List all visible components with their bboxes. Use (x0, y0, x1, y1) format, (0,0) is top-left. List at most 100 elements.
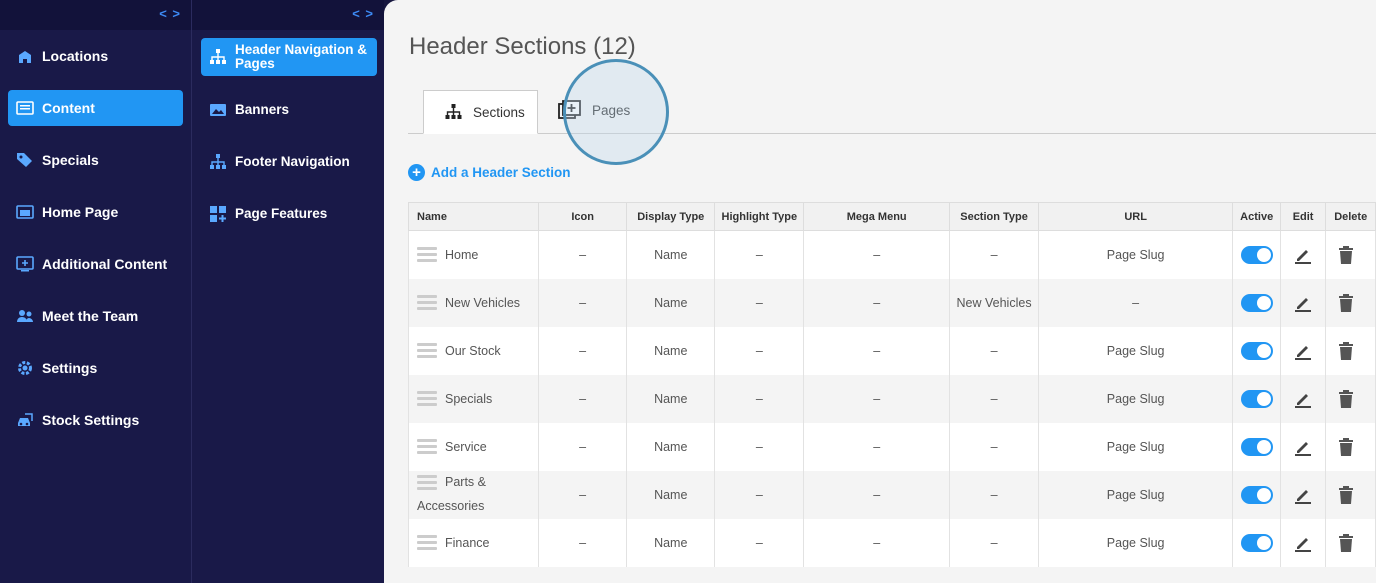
image-icon (209, 101, 227, 119)
cell-url: Page Slug (1037, 326, 1234, 375)
column-header-display-type[interactable]: Display Type (626, 202, 716, 231)
subnav-item-header-navigation[interactable]: Header Navigation & Pages (201, 38, 377, 76)
column-header-mega-menu[interactable]: Mega Menu (803, 202, 951, 231)
active-toggle[interactable] (1240, 341, 1273, 360)
row-name: Our Stock (445, 343, 501, 358)
cell-display-type: Name (626, 422, 716, 471)
trash-icon[interactable] (1338, 293, 1354, 312)
cell-display-type: Name (626, 374, 716, 423)
sidebar-topbar: < > (0, 0, 191, 30)
tab-pages[interactable]: Pages (558, 88, 668, 132)
trash-icon[interactable] (1338, 437, 1354, 456)
column-header-edit[interactable]: Edit (1279, 202, 1327, 231)
trash-icon[interactable] (1338, 245, 1354, 264)
column-header-section-type[interactable]: Section Type (949, 202, 1039, 231)
cell-mega-menu: – (803, 470, 951, 519)
edit-icon[interactable] (1293, 533, 1313, 553)
drag-handle-icon[interactable] (417, 438, 437, 455)
active-toggle[interactable] (1240, 389, 1273, 408)
cell-active (1232, 230, 1281, 279)
sidebar-item-content[interactable]: Content (8, 90, 183, 126)
subnav-item-page-features[interactable]: Page Features (201, 196, 377, 232)
cell-highlight-type: – (714, 470, 805, 519)
edit-icon[interactable] (1293, 293, 1313, 313)
column-header-highlight-type[interactable]: Highlight Type (714, 202, 805, 231)
drag-handle-icon[interactable] (417, 246, 437, 263)
tab-sections[interactable]: Sections (423, 90, 538, 134)
sidebar-item-locations[interactable]: Locations (8, 38, 183, 74)
edit-icon[interactable] (1293, 245, 1313, 265)
column-header-icon[interactable]: Icon (538, 202, 628, 231)
sitemap-icon (445, 104, 462, 119)
table-row: Service – Name – – – Page Slug (407, 422, 1376, 471)
sidebar-item-meet-the-team[interactable]: Meet the Team (8, 298, 183, 334)
table-row: Home – Name – – – Page Slug (407, 230, 1376, 279)
active-toggle[interactable] (1240, 293, 1273, 312)
subnav-item-banners[interactable]: Banners (201, 92, 377, 128)
cell-section-type: – (949, 374, 1039, 423)
plus-circle-icon: + (408, 164, 425, 181)
cell-name: Home (407, 230, 540, 279)
drag-handle-icon[interactable] (417, 390, 437, 407)
sidebar-item-home-page[interactable]: Home Page (8, 194, 183, 230)
sidebar-item-specials[interactable]: Specials (8, 142, 183, 178)
table-row: Parts & Accessories – Name – – – Page Sl… (407, 470, 1376, 519)
column-header-delete[interactable]: Delete (1325, 202, 1376, 231)
trash-icon[interactable] (1338, 389, 1354, 408)
trash-icon[interactable] (1338, 485, 1354, 504)
column-header-active[interactable]: Active (1232, 202, 1281, 231)
active-toggle[interactable] (1240, 245, 1273, 264)
header-sections-table: Name Icon Display Type Highlight Type Me… (407, 202, 1376, 567)
cell-active (1232, 422, 1281, 471)
cell-active (1232, 326, 1281, 375)
active-toggle[interactable] (1240, 485, 1273, 504)
team-icon (16, 307, 34, 325)
drag-handle-icon[interactable] (417, 475, 437, 491)
edit-icon[interactable] (1293, 437, 1313, 457)
cell-section-type: – (949, 230, 1039, 279)
cell-highlight-type: – (714, 374, 805, 423)
edit-icon[interactable] (1293, 341, 1313, 361)
subnav-item-label: Banners (235, 102, 290, 117)
tab-label: Pages (592, 102, 631, 118)
drag-handle-icon[interactable] (417, 534, 437, 551)
edit-icon[interactable] (1293, 485, 1313, 505)
sitemap-icon (209, 48, 227, 66)
subnav-item-footer-navigation[interactable]: Footer Navigation (201, 144, 377, 180)
cell-icon: – (538, 374, 628, 423)
cell-edit (1279, 470, 1327, 519)
cell-edit (1279, 518, 1327, 567)
trash-icon[interactable] (1338, 341, 1354, 360)
cell-delete (1325, 230, 1376, 279)
edit-icon[interactable] (1293, 389, 1313, 409)
subnav-topbar: < > (192, 0, 384, 30)
sidebar-item-stock-settings[interactable]: Stock Settings (8, 402, 183, 438)
trash-icon[interactable] (1338, 533, 1354, 552)
add-header-section-button[interactable]: + Add a Header Section (408, 164, 571, 181)
collapse-subnav-icon[interactable]: < > (352, 6, 374, 21)
active-toggle[interactable] (1240, 437, 1273, 456)
row-name: Service (445, 439, 487, 454)
drag-handle-icon[interactable] (417, 294, 437, 311)
column-header-name[interactable]: Name (407, 202, 540, 231)
cell-display-type: Name (626, 230, 716, 279)
sidebar-item-label: Additional Content (42, 256, 168, 272)
sidebar-item-label: Content (42, 100, 95, 116)
active-toggle[interactable] (1240, 533, 1273, 552)
cell-edit (1279, 422, 1327, 471)
drag-handle-icon[interactable] (417, 342, 437, 359)
table-row: Finance – Name – – – Page Slug (407, 518, 1376, 567)
cell-icon: – (538, 230, 628, 279)
add-content-icon (16, 255, 34, 273)
cell-mega-menu: – (803, 422, 951, 471)
sidebar-item-label: Stock Settings (42, 412, 140, 428)
sidebar-item-settings[interactable]: Settings (8, 350, 183, 386)
cell-url: Page Slug (1037, 518, 1234, 567)
tabs-divider (408, 133, 1376, 134)
collapse-sidebar-icon[interactable]: < > (159, 6, 181, 21)
sidebar-item-additional-content[interactable]: Additional Content (8, 246, 183, 282)
tab-label: Sections (473, 104, 525, 120)
content-icon (16, 99, 34, 117)
column-header-url[interactable]: URL (1037, 202, 1234, 231)
row-name: Finance (445, 535, 490, 550)
